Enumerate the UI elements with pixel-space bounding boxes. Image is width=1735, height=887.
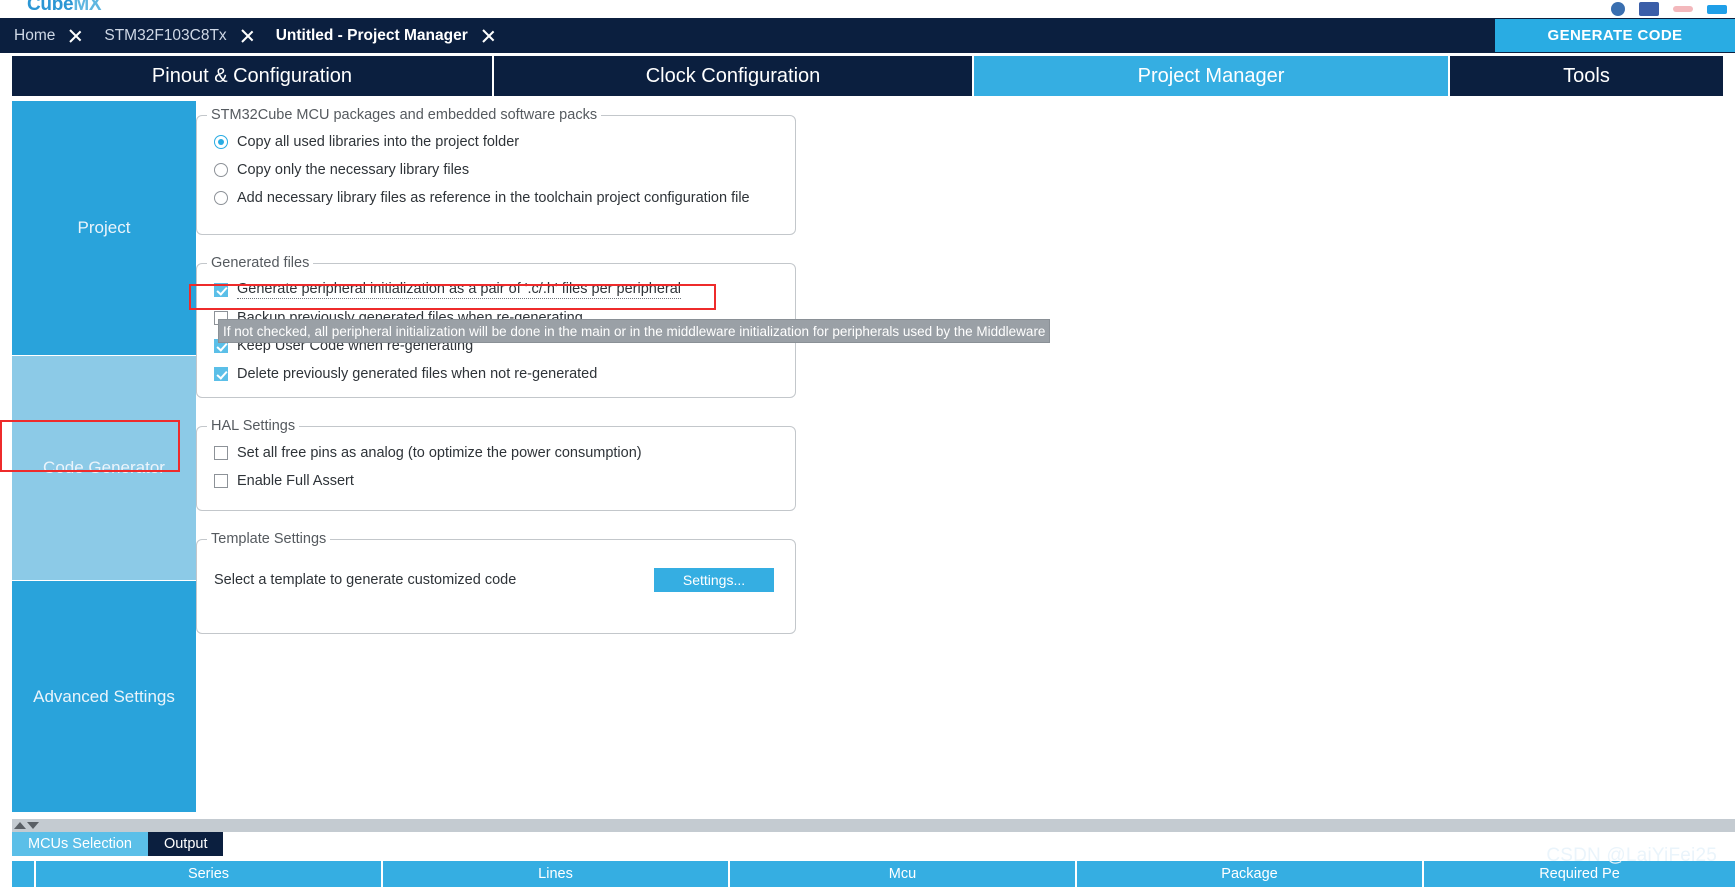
tab-clock-configuration[interactable]: Clock Configuration [494,56,972,96]
checkbox-label: Enable Full Assert [237,473,354,489]
radio-label: Copy all used libraries into the project… [237,134,520,150]
panel-collapse-strip [12,819,1735,832]
tab-pinout-configuration[interactable]: Pinout & Configuration [12,56,492,96]
breadcrumb-item-project-manager[interactable]: Untitled - Project Manager [262,18,481,53]
group-title-hal-settings: HAL Settings [207,418,300,434]
group-title-template-settings: Template Settings [207,531,331,547]
checkbox-label: Set all free pins as analog (to optimize… [237,445,642,461]
radio-row-copy-only-necessary[interactable]: Copy only the necessary library files [197,156,795,184]
checkbox-icon[interactable] [214,367,228,381]
sidebar-item-advanced-settings[interactable]: Advanced Settings [12,581,196,813]
table-header-required-peripherals[interactable]: Required Pe [1424,861,1735,887]
breadcrumb-bar: Home STM32F103C8Tx Untitled - Project Ma… [0,18,1735,53]
project-manager-sidebar: Project Code Generator Advanced Settings [12,101,196,813]
sidebar-item-project[interactable]: Project [12,101,196,356]
logo-cube-text: Cube [27,0,74,15]
group-title-mcu-packages: STM32Cube MCU packages and embedded soft… [207,107,602,123]
restore-icon[interactable] [1707,4,1727,14]
checkbox-label: Generate peripheral initialization as a … [237,281,681,299]
bottom-tab-bar: MCUs Selection Output [12,832,1735,856]
globe-icon[interactable] [1611,2,1625,16]
body-area: Project Code Generator Advanced Settings… [0,96,1735,819]
bottom-tab-output[interactable]: Output [147,832,224,856]
breadcrumb-item-mcu[interactable]: STM32F103C8Tx [90,18,239,53]
group-mcu-packages: STM32Cube MCU packages and embedded soft… [196,107,796,235]
tooltip: If not checked, all peripheral initializ… [219,320,1050,342]
table-header-series[interactable]: Series [36,861,381,887]
table-header-corner [12,861,34,887]
main-tab-bar: Pinout & Configuration Clock Configurati… [0,56,1735,96]
radio-label: Add necessary library files as reference… [237,190,750,206]
cubemx-window: CubeMX Home STM32F103C8Tx Untitled - Pro… [0,0,1735,887]
radio-row-copy-all-libraries[interactable]: Copy all used libraries into the project… [197,128,795,156]
group-body-hal-settings: Set all free pins as analog (to optimize… [197,427,795,495]
breadcrumb: Home STM32F103C8Tx Untitled - Project Ma… [0,18,503,53]
template-settings-button[interactable]: Settings... [654,568,774,592]
chevron-right-icon [240,18,262,53]
template-description: Select a template to generate customized… [214,572,517,588]
generate-code-button[interactable]: GENERATE CODE [1495,19,1735,52]
tab-tools[interactable]: Tools [1450,56,1723,96]
sidebar-item-code-generator[interactable]: Code Generator [12,356,196,581]
minimize-icon[interactable] [1673,6,1693,12]
code-generator-pane: STM32Cube MCU packages and embedded soft… [196,101,1735,819]
mcu-table-header: Series Lines Mcu Package Required Pe [12,861,1735,887]
collapse-down-icon[interactable] [27,822,39,829]
checkbox-icon[interactable] [214,283,228,297]
radio-icon[interactable] [214,191,228,205]
chevron-right-icon [481,18,503,53]
breadcrumb-item-home[interactable]: Home [0,18,68,53]
group-title-generated-files: Generated files [207,255,314,271]
checkbox-row-set-free-pins-analog[interactable]: Set all free pins as analog (to optimize… [197,439,795,467]
radio-icon[interactable] [214,163,228,177]
bottom-panel: MCUs Selection Output Series Lines Mcu P… [0,819,1735,887]
radio-row-add-as-reference[interactable]: Add necessary library files as reference… [197,184,795,212]
radio-icon[interactable] [214,135,228,149]
group-body-mcu-packages: Copy all used libraries into the project… [197,116,795,212]
logo-mx-text: MX [73,0,102,15]
checkbox-icon[interactable] [214,446,228,460]
chevron-right-icon [68,18,90,53]
checkbox-row-enable-full-assert[interactable]: Enable Full Assert [197,467,795,495]
checkbox-label: Delete previously generated files when n… [237,366,598,382]
table-header-package[interactable]: Package [1077,861,1422,887]
radio-label: Copy only the necessary library files [237,162,470,178]
table-header-lines[interactable]: Lines [383,861,728,887]
window-icons [1611,0,1727,18]
tab-project-manager[interactable]: Project Manager [974,56,1448,96]
group-template-settings: Template Settings Select a template to g… [196,531,796,634]
group-hal-settings: HAL Settings Set all free pins as analog… [196,418,796,511]
checkbox-row-generate-peripheral-init[interactable]: Generate peripheral initialization as a … [197,276,795,304]
window-icon[interactable] [1639,2,1659,16]
checkbox-icon[interactable] [214,474,228,488]
checkbox-row-delete-previously-generated[interactable]: Delete previously generated files when n… [197,360,795,388]
collapse-up-icon[interactable] [14,822,26,829]
bottom-tab-mcus-selection[interactable]: MCUs Selection [12,832,148,856]
app-logo: CubeMX [27,0,102,16]
logo-strip: CubeMX [0,0,1735,18]
table-header-mcu[interactable]: Mcu [730,861,1075,887]
